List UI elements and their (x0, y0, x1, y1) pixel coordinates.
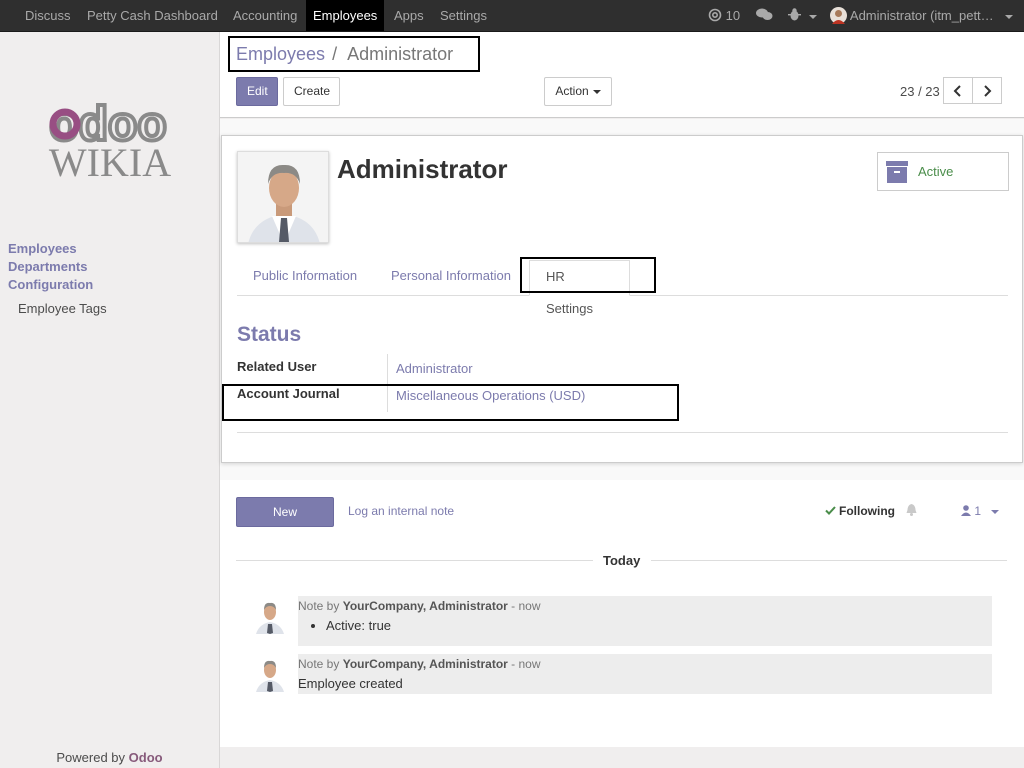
user-menu[interactable]: Administrator (itm_pett… (830, 0, 1014, 31)
bell-icon[interactable] (906, 504, 917, 516)
create-button[interactable]: Create (283, 77, 340, 106)
form-sheet: Administrator Active Public Information … (221, 135, 1023, 463)
bug-icon (788, 8, 801, 21)
sidebar-menu-employees[interactable]: Employees (8, 241, 77, 256)
tab-hr-settings[interactable]: HR Settings (529, 260, 630, 316)
message-tracking-value: Active: true (326, 618, 992, 633)
powered-by-label: Powered by (56, 750, 126, 765)
date-separator: Today (603, 553, 641, 568)
message-avatar[interactable] (252, 656, 288, 692)
tab-personal-information[interactable]: Personal Information (375, 260, 527, 296)
account-journal-link[interactable]: Miscellaneous Operations (USD) (396, 388, 585, 403)
archive-icon (886, 161, 908, 183)
sidebar-menu-configuration[interactable]: Configuration (8, 277, 93, 292)
mentions-count: 10 (725, 8, 741, 23)
followers-count: 1 (974, 504, 982, 518)
form-tabs: Public Information Personal Information … (237, 260, 1008, 316)
chatter: New message Log an internal note Followi… (220, 480, 1024, 747)
message-prefix: Note by (298, 599, 340, 613)
action-label: Action (555, 84, 589, 98)
debug-menu[interactable] (788, 0, 817, 31)
date-divider-left (236, 560, 593, 561)
field-label-account-journal: Account Journal (237, 386, 340, 401)
pager-previous-button[interactable] (943, 77, 973, 104)
employee-photo[interactable] (237, 151, 329, 243)
active-label: Active (918, 164, 954, 179)
user-name: Administrator (itm_pett… (849, 8, 994, 23)
new-message-button[interactable]: New message (236, 497, 334, 547)
nav-settings[interactable]: Settings (433, 0, 494, 31)
message-avatar[interactable] (252, 598, 288, 634)
followers-dropdown[interactable]: 1 (961, 504, 1000, 518)
related-user-link[interactable]: Administrator (396, 361, 473, 376)
chat-bubbles-icon (756, 8, 773, 20)
company-logo: odoo WIKIA (47, 96, 171, 184)
section-title-status: Status (237, 323, 302, 346)
breadcrumb: Employees / Administrator (236, 44, 453, 65)
sheet-divider (237, 432, 1008, 433)
messaging-button[interactable] (756, 0, 773, 31)
control-panel: Employees / Administrator Edit Create Ac… (220, 32, 1024, 118)
chevron-down-icon (1005, 14, 1014, 19)
message-time: - now (511, 657, 541, 671)
message-body: Employee created (298, 676, 403, 691)
breadcrumb-separator: / (332, 44, 338, 64)
logo-text-wikia: WIKIA (49, 140, 171, 184)
action-dropdown[interactable]: Action (544, 77, 612, 106)
message-item: Note by YourCompany, Administrator - now… (298, 596, 992, 646)
pager-value[interactable]: 23 / 23 (900, 84, 940, 99)
powered-by: Powered by Odoo (0, 750, 219, 765)
chevron-down-icon (991, 509, 1000, 514)
check-icon (825, 506, 836, 515)
chevron-down-icon (808, 14, 817, 19)
user-icon (961, 505, 971, 516)
pager-next-button[interactable] (972, 77, 1002, 104)
footer-strip (220, 747, 1024, 768)
following-button[interactable]: Following (825, 504, 917, 518)
message-author-link[interactable]: YourCompany, Administrator (343, 657, 508, 671)
sidebar-item-employee-tags[interactable]: Employee Tags (18, 301, 107, 316)
nav-employees[interactable]: Employees (306, 0, 385, 31)
chevron-down-icon (592, 89, 601, 94)
nav-apps[interactable]: Apps (387, 0, 431, 31)
nav-discuss[interactable]: Discuss (18, 0, 78, 31)
top-navbar: Discuss Petty Cash Dashboard Accounting … (0, 0, 1024, 32)
active-toggle-button[interactable]: Active (877, 152, 1009, 191)
message-changes-list: Active: true (326, 618, 992, 633)
sidebar-menu-departments[interactable]: Departments (8, 259, 87, 274)
breadcrumb-current: Administrator (347, 44, 454, 64)
nav-petty-cash-dashboard[interactable]: Petty Cash Dashboard (80, 0, 225, 31)
sidebar: odoo WIKIA Employees Departments Configu… (0, 32, 220, 768)
tab-public-information[interactable]: Public Information (237, 260, 373, 296)
chevron-right-icon (984, 85, 992, 97)
following-label: Following (839, 504, 895, 518)
employee-photo-image (238, 152, 328, 242)
powered-by-brand-link[interactable]: Odoo (129, 750, 163, 765)
at-icon (708, 8, 722, 22)
mentions-button[interactable]: 10 (708, 0, 740, 31)
breadcrumb-employees[interactable]: Employees (236, 44, 325, 64)
message-item: Note by YourCompany, Administrator - now… (298, 654, 992, 694)
field-separator (387, 354, 388, 412)
log-note-link[interactable]: Log an internal note (348, 504, 454, 518)
employee-name: Administrator (337, 154, 508, 184)
message-author-link[interactable]: YourCompany, Administrator (343, 599, 508, 613)
avatar (252, 598, 288, 634)
message-time: - now (511, 599, 541, 613)
chevron-left-icon (953, 85, 961, 97)
message-prefix: Note by (298, 657, 340, 671)
avatar (252, 656, 288, 692)
user-avatar-icon (830, 7, 847, 24)
edit-button[interactable]: Edit (236, 77, 278, 106)
nav-accounting[interactable]: Accounting (226, 0, 304, 31)
date-divider-right (651, 560, 1007, 561)
field-label-related-user: Related User (237, 359, 317, 374)
